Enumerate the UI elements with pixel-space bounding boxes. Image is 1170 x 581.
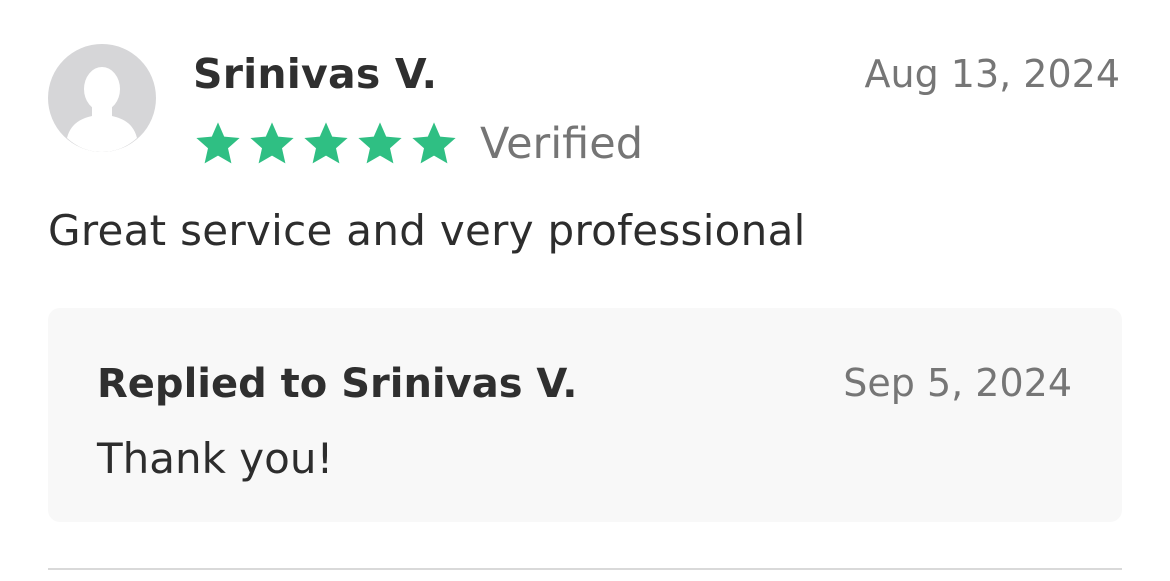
divider (48, 568, 1122, 570)
reply-text: Thank you! (97, 434, 334, 483)
star-icon (250, 122, 294, 164)
rating-row: Verified (194, 117, 643, 171)
default-user-silhouette-icon (67, 67, 137, 152)
review-date: Aug 13, 2024 (864, 52, 1121, 96)
star-icon (196, 122, 240, 164)
star-icon (304, 122, 348, 164)
reply-title: Replied to Srinivas V. (97, 361, 578, 407)
business-reply: Replied to Srinivas V. Sep 5, 2024 Thank… (48, 308, 1122, 522)
review-card: Srinivas V. Aug 13, 2024 Verified Great … (0, 0, 1170, 581)
reviewer-avatar (48, 44, 156, 152)
star-icon (358, 122, 402, 164)
reviewer-name: Srinivas V. (193, 50, 438, 98)
star-icon (412, 122, 456, 164)
reply-date: Sep 5, 2024 (843, 361, 1072, 405)
star-rating (194, 120, 458, 168)
verified-label: Verified (480, 119, 643, 169)
review-text: Great service and very professional (48, 206, 806, 255)
